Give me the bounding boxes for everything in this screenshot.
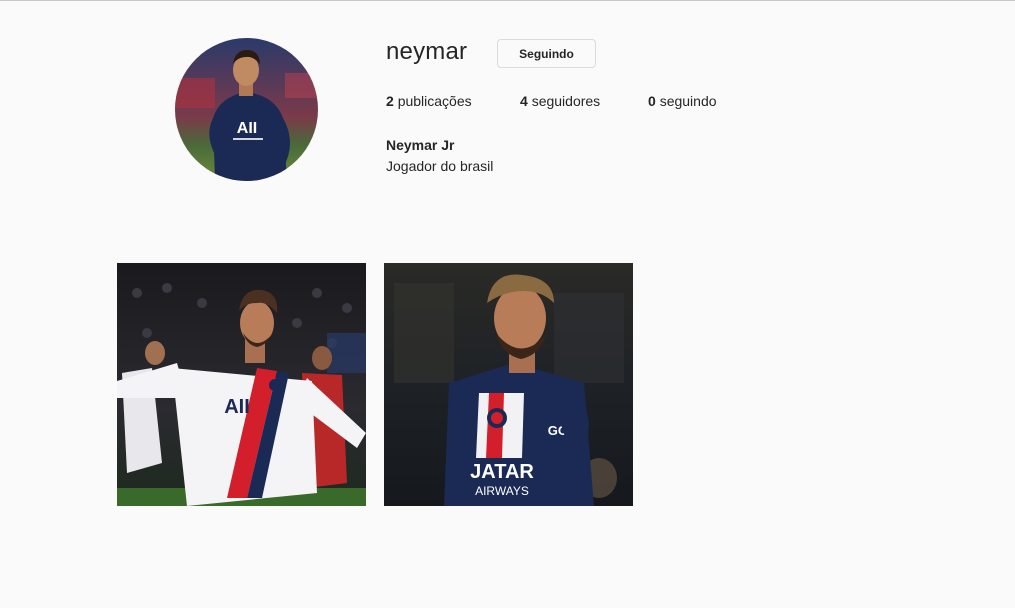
profile-avatar[interactable]: AII bbox=[175, 38, 318, 181]
profile-bio: Jogador do brasil bbox=[386, 158, 494, 174]
svg-text:AII: AII bbox=[224, 396, 250, 418]
following-count: 0 bbox=[648, 93, 656, 109]
following-label: seguindo bbox=[659, 93, 717, 109]
svg-text:JATAR: JATAR bbox=[470, 461, 534, 483]
posts-label: publicações bbox=[397, 93, 472, 109]
posts-count-stat: 2 publicações bbox=[386, 93, 472, 109]
followers-count: 4 bbox=[520, 93, 528, 109]
profile-full-name: Neymar Jr bbox=[386, 137, 455, 153]
post-thumbnail[interactable]: AII bbox=[117, 263, 366, 506]
profile-username: neymar bbox=[386, 38, 468, 65]
posts-count: 2 bbox=[386, 93, 394, 109]
followers-label: seguidores bbox=[531, 93, 601, 109]
followers-count-stat[interactable]: 4 seguidores bbox=[520, 93, 600, 109]
top-divider bbox=[0, 0, 1015, 1]
svg-text:AII: AII bbox=[237, 120, 257, 137]
post-thumbnail[interactable]: JATAR AIRWAYS GOAT bbox=[384, 263, 633, 506]
svg-text:AIRWAYS: AIRWAYS bbox=[475, 484, 529, 498]
following-button[interactable]: Seguindo bbox=[497, 39, 596, 68]
following-count-stat[interactable]: 0 seguindo bbox=[648, 93, 717, 109]
